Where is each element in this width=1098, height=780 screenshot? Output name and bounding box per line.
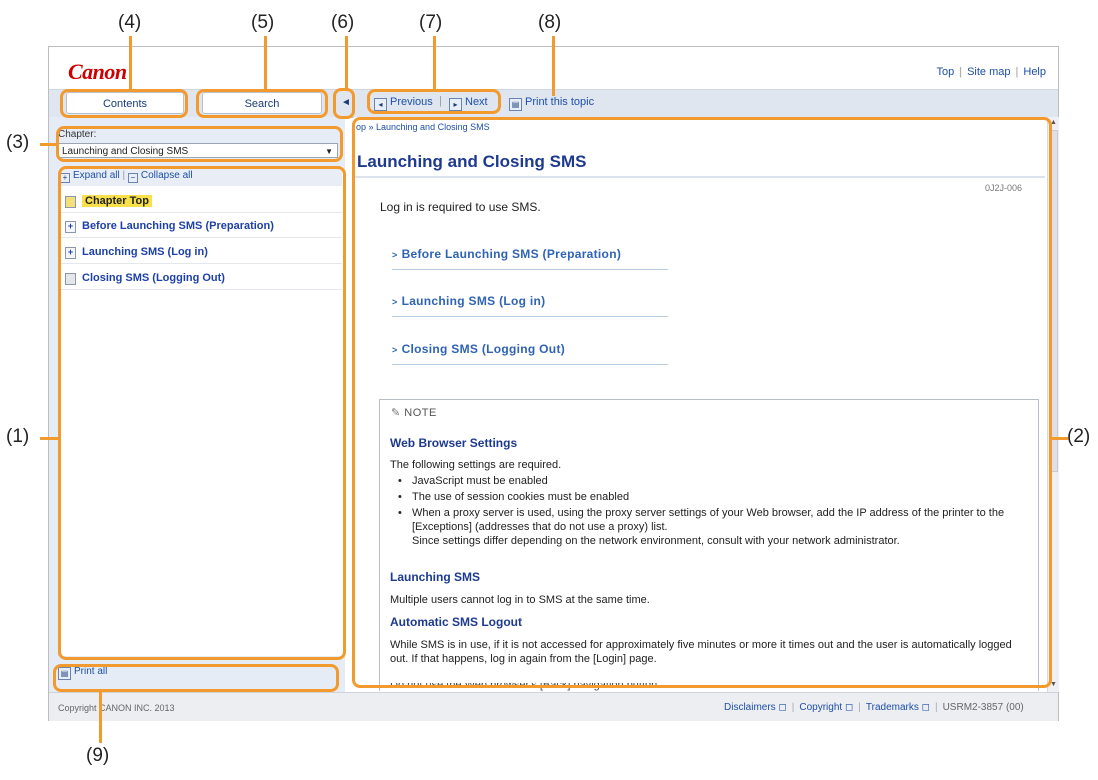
callout-box-1	[58, 166, 346, 660]
callout-2: (2)	[1067, 426, 1091, 447]
callout-9: (9)	[86, 745, 110, 766]
copyright: Copyright CANON INC. 2013	[58, 703, 175, 713]
callout-3: (3)	[6, 132, 30, 153]
footer-links: Disclaimers ◻ | Copyright ◻ | Trademarks ◻ | U…	[724, 702, 1024, 713]
callout-6: (6)	[331, 12, 355, 33]
callout-4: (4)	[118, 12, 142, 33]
callout-box-5	[196, 89, 328, 118]
print-topic-button[interactable]: ▤ Print this topic	[509, 96, 594, 111]
callout-box-6	[333, 88, 355, 119]
external-link-icon: ◻	[844, 702, 854, 713]
external-link-icon: ◻	[921, 702, 930, 713]
callout-8: (8)	[538, 12, 562, 33]
callout-5: (5)	[251, 12, 275, 33]
site-map-link[interactable]: Site map	[967, 66, 1010, 78]
callout-1: (1)	[6, 426, 30, 447]
top-link[interactable]: Top	[936, 66, 954, 78]
external-link-icon: ◻	[778, 702, 787, 713]
callout-box-7	[367, 89, 501, 114]
header-links: Top | Site map | Help	[936, 66, 1046, 78]
help-link[interactable]: Help	[1023, 66, 1046, 78]
trademarks-link[interactable]: Trademarks ◻	[866, 702, 930, 713]
callout-7: (7)	[419, 12, 443, 33]
callout-box-3	[56, 126, 343, 162]
callout-box-4	[60, 89, 188, 118]
callout-box-9	[53, 664, 339, 692]
callout-box-2	[352, 117, 1052, 688]
copyright-link[interactable]: Copyright ◻	[799, 702, 853, 713]
canon-logo: Canon	[68, 59, 127, 84]
manual-code: USRM2-3857 (00)	[942, 702, 1024, 713]
disclaimers-link[interactable]: Disclaimers ◻	[724, 702, 787, 713]
printer-icon: ▤	[509, 98, 522, 111]
